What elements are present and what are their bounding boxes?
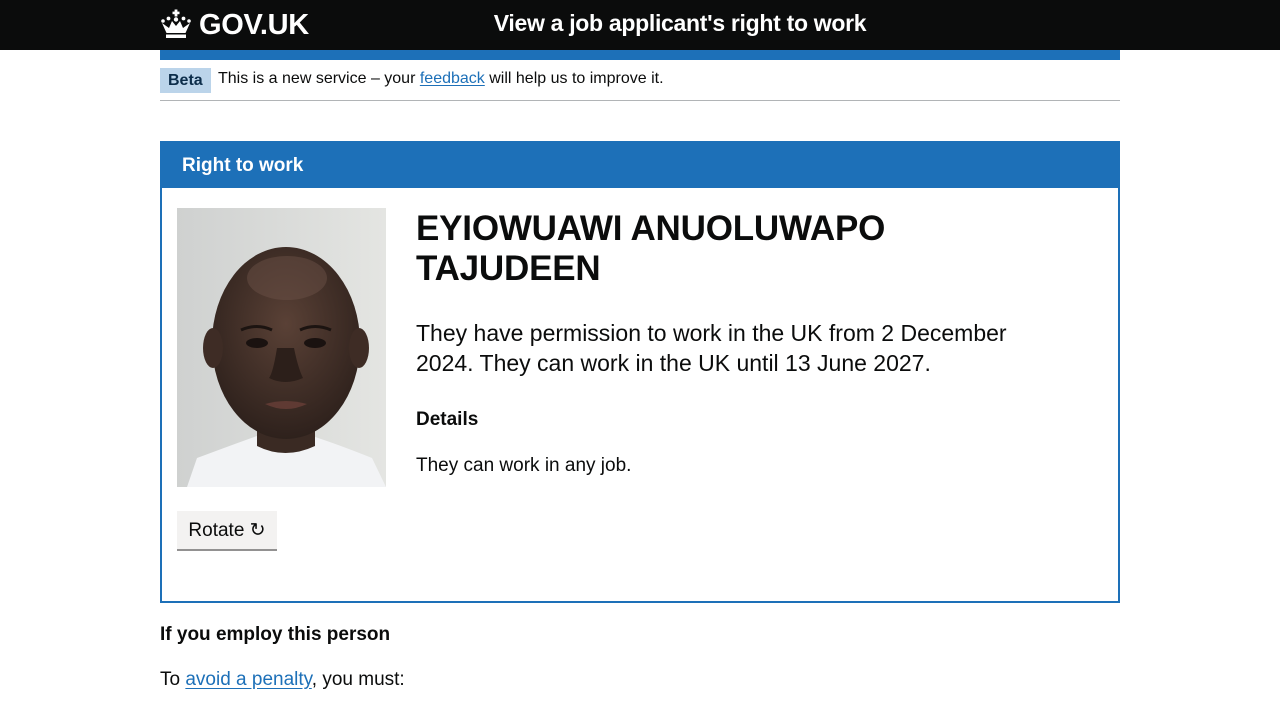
govuk-header: GOV.UK View a job applicant's right to w… <box>0 0 1280 50</box>
phase-text-before: This is a new service – your <box>218 70 420 87</box>
header-blue-strip <box>160 50 1120 60</box>
employ-heading: If you employ this person <box>160 624 391 645</box>
penalty-text-before: To <box>160 669 186 690</box>
crown-icon <box>160 9 192 41</box>
details-heading: Details <box>416 409 479 430</box>
phase-banner-text: This is a new service – your feedback wi… <box>218 70 664 88</box>
right-to-work-card: Right to work Rotate ↻ EYIOWUAWI ANUOLUW… <box>160 141 1120 603</box>
feedback-link[interactable]: feedback <box>420 70 485 87</box>
penalty-text-after: , you must: <box>311 669 405 690</box>
permission-statement: They have permission to work in the UK f… <box>416 320 1007 376</box>
govuk-logo-text: GOV.UK <box>199 8 309 41</box>
beta-tag: Beta <box>160 68 211 93</box>
card-header: Right to work <box>162 143 1118 188</box>
phase-banner: Beta This is a new service – your feedba… <box>160 67 1120 101</box>
applicant-name: EYIOWUAWI ANUOLUWAPO TAJUDEEN <box>416 209 886 288</box>
avoid-penalty-link[interactable]: avoid a penalty <box>185 669 311 690</box>
details-text: They can work in any job. <box>416 455 632 476</box>
card-title: Right to work <box>182 155 304 176</box>
rotate-button[interactable]: Rotate ↻ <box>177 511 277 549</box>
applicant-photo <box>177 208 386 487</box>
govuk-logo-link[interactable]: GOV.UK <box>160 6 309 44</box>
service-name-link[interactable]: View a job applicant's right to work <box>494 10 867 36</box>
phase-text-after: will help us to improve it. <box>484 70 664 87</box>
penalty-paragraph: To avoid a penalty, you must: <box>160 669 405 691</box>
service-name-container: View a job applicant's right to work <box>440 10 920 37</box>
